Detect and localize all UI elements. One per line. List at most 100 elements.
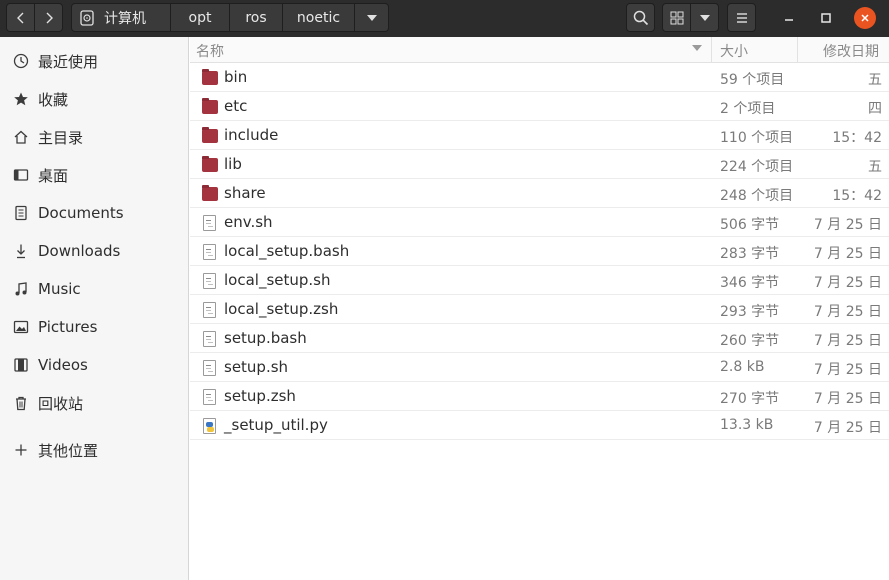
sidebar-item-home[interactable]: 主目录 — [0, 118, 188, 156]
column-name-header[interactable]: 名称 — [196, 41, 224, 61]
file-row[interactable]: include 110 个项目 15：42 — [190, 121, 889, 150]
file-modified: 7 月 25 日 — [813, 246, 882, 262]
file-row[interactable]: local_setup.zsh 293 字节 7 月 25 日 — [190, 295, 889, 324]
file-row[interactable]: env.sh 506 字节 7 月 25 日 — [190, 208, 889, 237]
maximize-button[interactable] — [815, 7, 837, 29]
file-size: 270 字节 — [720, 391, 780, 407]
sidebar-item-label: Videos — [38, 356, 88, 374]
file-modified: 7 月 25 日 — [813, 217, 882, 233]
download-icon — [12, 242, 30, 260]
breadcrumb-label: opt — [188, 9, 212, 26]
breadcrumb-noetic[interactable]: noetic — [283, 3, 355, 32]
file-modified: 7 月 25 日 — [813, 275, 882, 291]
sidebar-item-music[interactable]: Music — [0, 270, 188, 308]
sidebar-item-pictures[interactable]: Pictures — [0, 308, 188, 346]
folder-icon — [202, 98, 218, 115]
trash-icon — [12, 394, 30, 412]
clock-icon — [12, 52, 30, 70]
folder-icon — [202, 185, 218, 202]
file-name: local_setup.bash — [224, 242, 350, 260]
menu-button[interactable] — [727, 3, 756, 32]
file-name: lib — [224, 155, 242, 173]
sidebar-item-other-locations[interactable]: 其他位置 — [0, 431, 188, 469]
sidebar-item-videos[interactable]: Videos — [0, 346, 188, 384]
file-size: 2 个项目 — [720, 101, 776, 117]
sidebar-item-label: Documents — [38, 204, 124, 222]
minimize-icon — [785, 19, 793, 21]
sidebar-item-label: Music — [38, 280, 81, 298]
column-divider[interactable] — [711, 37, 712, 63]
sidebar-item-label: Pictures — [38, 318, 98, 336]
file-modified: 五 — [868, 72, 882, 88]
sidebar-item-label: 最近使用 — [38, 52, 99, 71]
text-file-icon — [202, 360, 218, 376]
file-name: setup.sh — [224, 358, 289, 376]
file-name: local_setup.zsh — [224, 300, 339, 318]
sidebar-item-starred[interactable]: 收藏 — [0, 80, 188, 118]
sidebar-item-trash[interactable]: 回收站 — [0, 384, 188, 422]
video-icon — [12, 356, 30, 374]
file-row[interactable]: _setup_util.py 13.3 kB 7 月 25 日 — [190, 411, 889, 440]
file-name: share — [224, 184, 266, 202]
star-icon — [12, 90, 30, 108]
column-modified-header[interactable]: 修改日期 — [823, 41, 879, 61]
file-row[interactable]: setup.zsh 270 字节 7 月 25 日 — [190, 382, 889, 411]
close-button[interactable] — [854, 7, 876, 29]
file-row[interactable]: share 248 个项目 15：42 — [190, 179, 889, 208]
column-divider[interactable] — [797, 37, 798, 63]
music-icon — [12, 280, 30, 298]
sidebar-item-label: 回收站 — [38, 394, 84, 413]
file-row[interactable]: setup.bash 260 字节 7 月 25 日 — [190, 324, 889, 353]
folder-icon — [202, 69, 218, 86]
sidebar-item-desktop[interactable]: 桌面 — [0, 156, 188, 194]
breadcrumb-label: noetic — [296, 9, 341, 26]
breadcrumb: 计算机 opt ros noetic — [71, 3, 389, 32]
file-row[interactable]: etc 2 个项目 四 — [190, 92, 889, 121]
file-row[interactable]: lib 224 个项目 五 — [190, 150, 889, 179]
document-icon — [12, 204, 30, 222]
file-modified: 7 月 25 日 — [813, 420, 882, 436]
sort-down-icon — [692, 45, 702, 51]
folder-icon — [202, 127, 218, 144]
close-icon — [861, 14, 869, 22]
file-row[interactable]: bin 59 个项目 五 — [190, 63, 889, 92]
sidebar-item-label: Downloads — [38, 242, 121, 260]
forward-button[interactable] — [34, 3, 63, 32]
file-size: 260 字节 — [720, 333, 780, 349]
desktop-icon — [12, 166, 30, 184]
file-modified: 五 — [868, 159, 882, 175]
text-file-icon — [202, 331, 218, 347]
caret-down-icon — [366, 14, 377, 21]
drive-icon — [80, 9, 94, 26]
file-modified: 7 月 25 日 — [813, 391, 882, 407]
file-row[interactable]: setup.sh 2.8 kB 7 月 25 日 — [190, 353, 889, 382]
plus-icon — [12, 441, 30, 459]
file-row[interactable]: local_setup.bash 283 字节 7 月 25 日 — [190, 237, 889, 266]
header-bar: 计算机 opt ros noetic — [0, 0, 889, 37]
back-button[interactable] — [6, 3, 35, 32]
file-name: _setup_util.py — [224, 416, 328, 434]
picture-icon — [12, 318, 30, 336]
sidebar-item-recent[interactable]: 最近使用 — [0, 42, 188, 80]
search-button[interactable] — [626, 3, 655, 32]
minimize-button[interactable] — [778, 7, 800, 29]
sidebar-item-label: 其他位置 — [38, 441, 99, 460]
column-size-header[interactable]: 大小 — [720, 41, 748, 61]
file-size: 59 个项目 — [720, 72, 785, 88]
breadcrumb-ros[interactable]: ros — [230, 3, 283, 32]
file-name: local_setup.sh — [224, 271, 331, 289]
file-modified: 15：42 — [832, 188, 882, 204]
sidebar-item-label: 主目录 — [38, 128, 84, 147]
sidebar-item-documents[interactable]: Documents — [0, 194, 188, 232]
file-row[interactable]: local_setup.sh 346 字节 7 月 25 日 — [190, 266, 889, 295]
breadcrumb-dropdown-button[interactable] — [355, 3, 389, 32]
view-options-button[interactable] — [690, 3, 719, 32]
file-name: setup.bash — [224, 329, 307, 347]
text-file-icon — [202, 273, 218, 289]
sidebar-item-downloads[interactable]: Downloads — [0, 232, 188, 270]
breadcrumb-opt[interactable]: opt — [171, 3, 230, 32]
hamburger-icon — [736, 12, 747, 23]
view-mode-button[interactable] — [662, 3, 691, 32]
file-size: 293 字节 — [720, 304, 780, 320]
breadcrumb-computer[interactable]: 计算机 — [71, 3, 171, 32]
